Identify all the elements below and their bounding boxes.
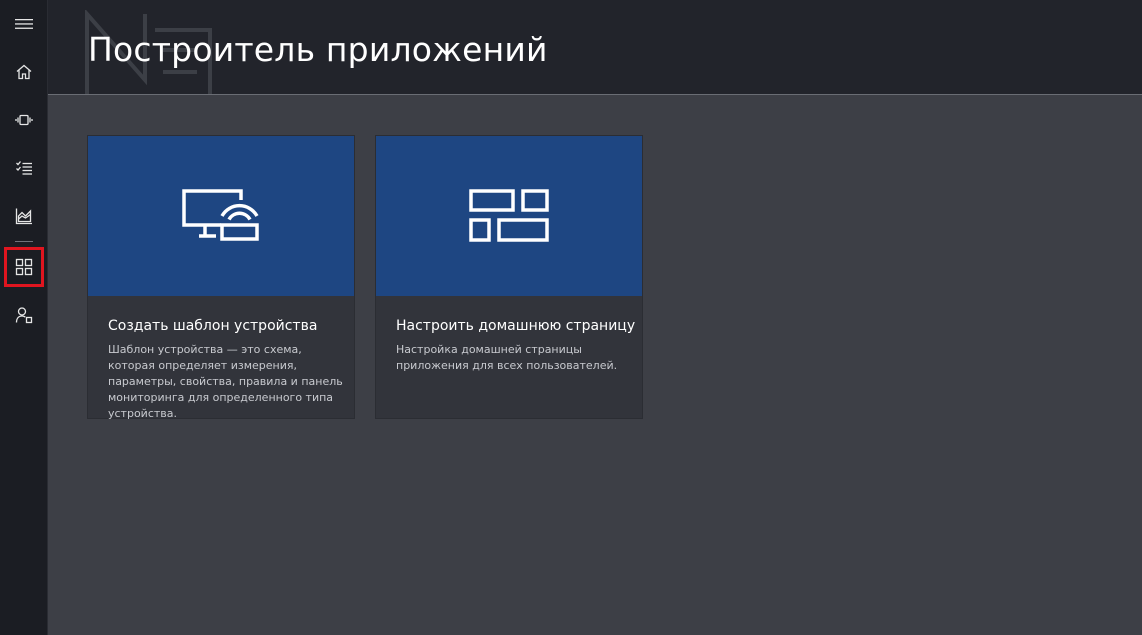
card-description: Настройка домашней страницы приложения д… bbox=[396, 343, 618, 372]
device-template-icon bbox=[182, 189, 259, 241]
card-description: Шаблон устройства — это схема, которая о… bbox=[108, 343, 343, 420]
nav-home[interactable] bbox=[6, 54, 42, 90]
customize-home-page-card[interactable]: Настроить домашнюю страницу Настройка до… bbox=[375, 135, 643, 419]
app-builder-icon bbox=[15, 258, 33, 276]
card-title: Настроить домашнюю страницу bbox=[396, 318, 636, 334]
dashboard-layout-icon bbox=[469, 189, 549, 242]
nav-analytics[interactable] bbox=[6, 198, 42, 234]
menu-icon bbox=[15, 19, 33, 29]
create-device-template-card[interactable]: Создать шаблон устройства Шаблон устройс… bbox=[87, 135, 355, 420]
card-title: Создать шаблон устройства bbox=[108, 318, 318, 334]
menu-button[interactable] bbox=[6, 6, 42, 42]
analytics-icon bbox=[15, 208, 32, 225]
page-header: Построитель приложений bbox=[48, 0, 1142, 95]
nav-administration[interactable] bbox=[6, 297, 42, 333]
card-banner bbox=[88, 136, 354, 296]
page-title: Построитель приложений bbox=[88, 30, 548, 69]
nav-separator bbox=[15, 241, 33, 242]
rules-icon bbox=[16, 161, 32, 175]
devices-icon bbox=[15, 114, 33, 126]
nav-rules[interactable] bbox=[6, 150, 42, 186]
card-banner bbox=[376, 136, 642, 296]
nav-devices[interactable] bbox=[6, 102, 42, 138]
home-icon bbox=[16, 64, 32, 80]
navigation-rail bbox=[0, 0, 48, 635]
administration-icon bbox=[15, 307, 33, 324]
nav-app-builder[interactable] bbox=[4, 247, 44, 287]
